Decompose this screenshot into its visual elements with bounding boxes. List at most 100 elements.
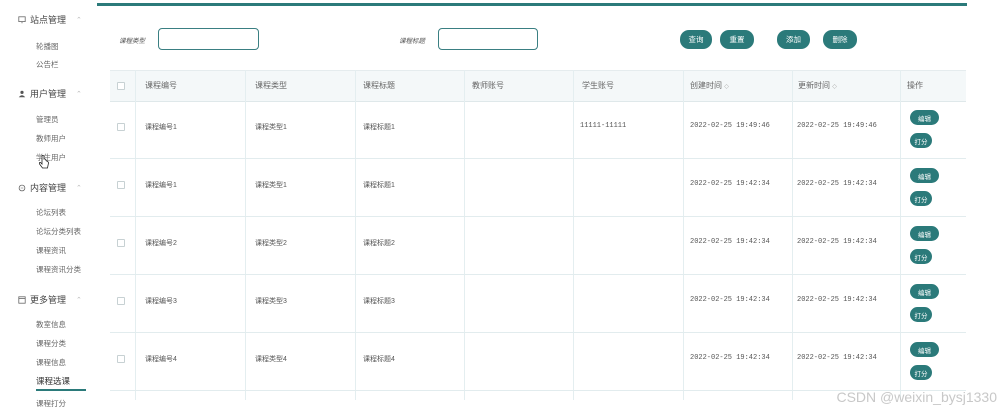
table-header: 课程编号 课程类型 课程标题 教师账号 学生账号 创建时间 ◇ 更新时间 ◇ 操… [110, 70, 966, 102]
row-checkbox[interactable] [117, 355, 125, 363]
reset-button[interactable]: 重置 [720, 30, 754, 49]
edit-button[interactable]: 编辑 [910, 110, 939, 125]
sidebar-group-label: 更多管理 [30, 295, 67, 305]
score-button[interactable]: 打分 [910, 133, 932, 148]
cell-updated-time: 2022-02-25 19:42:34 [797, 296, 877, 304]
cell-course-type: 课程类型1 [255, 182, 287, 189]
sidebar-item-course-selection[interactable]: 课程选课 [36, 375, 86, 391]
th-actions: 操作 [907, 81, 923, 90]
sort-icon: ◇ [724, 84, 729, 90]
row-checkbox[interactable] [117, 239, 125, 247]
hand-cursor-icon [38, 155, 49, 169]
sidebar-item-course-category[interactable]: 课程分类 [36, 338, 66, 349]
watermark: CSDN @weixin_bysj1330 [836, 389, 997, 405]
sidebar-item-admin[interactable]: 管理员 [36, 114, 59, 125]
chevron-up-icon: ⌃ [76, 296, 82, 304]
cell-updated-time: 2022-02-25 19:42:34 [797, 238, 877, 246]
cell-created-time: 2022-02-25 19:42:34 [690, 180, 770, 188]
score-button[interactable]: 打分 [910, 191, 932, 206]
edit-button[interactable]: 编辑 [910, 284, 939, 299]
cell-course-code: 课程编号3 [145, 298, 177, 305]
table-row: 课程编号3 课程类型3 课程标题3 2022-02-25 19:42:34 2022-0… [110, 274, 966, 333]
cell-course-title: 课程标题1 [363, 182, 395, 189]
th-updated-label: 更新时间 [798, 81, 830, 90]
sidebar-group-label: 用户管理 [30, 89, 67, 99]
table-row: 课程编号4 课程类型4 课程标题4 2022-02-25 19:42:34 2022-0… [110, 332, 966, 391]
score-button[interactable]: 打分 [910, 365, 932, 380]
select-all-checkbox[interactable] [117, 82, 125, 90]
cell-course-type: 课程类型1 [255, 124, 287, 131]
sidebar-item-course-info[interactable]: 课程信息 [36, 357, 66, 368]
sidebar-group-site[interactable]: 站点管理 ⌃ [18, 13, 98, 26]
course-type-input[interactable] [158, 28, 259, 50]
monitor-icon [18, 15, 26, 23]
cell-created-time: 2022-02-25 19:42:34 [690, 354, 770, 362]
cell-course-type: 课程类型3 [255, 298, 287, 305]
th-created-time[interactable]: 创建时间 ◇ [690, 80, 729, 91]
sidebar-item-notice[interactable]: 公告栏 [36, 59, 59, 70]
th-course-type: 课程类型 [255, 81, 287, 90]
edit-button[interactable]: 编辑 [910, 168, 939, 183]
filter-bar: 课程类型 课程标题 查询 重置 添加 删除 [97, 6, 967, 66]
add-button[interactable]: 添加 [777, 30, 810, 49]
chevron-up-icon: ⌃ [76, 90, 82, 98]
sidebar-item-news[interactable]: 课程资讯 [36, 245, 66, 256]
cell-course-code: 课程编号4 [145, 356, 177, 363]
course-title-input[interactable] [438, 28, 538, 50]
sidebar-item-teacher[interactable]: 教师用户 [36, 133, 66, 144]
cell-course-title: 课程标题1 [363, 124, 395, 131]
table-row: 课程编号2 课程类型2 课程标题2 2022-02-25 19:42:34 2022-0… [110, 216, 966, 275]
sidebar-group-more[interactable]: 更多管理 ⌃ [18, 293, 98, 306]
window-icon [18, 295, 26, 304]
sidebar: 站点管理 ⌃ 轮播图 公告栏 用户管理 ⌃ 管理员 教师用户 学生用户 内容管理… [0, 0, 90, 409]
sidebar-group-content[interactable]: 内容管理 ⌃ [18, 181, 98, 194]
sidebar-item-forum[interactable]: 论坛列表 [36, 207, 66, 218]
th-teacher-account: 教师账号 [472, 81, 504, 90]
th-created-label: 创建时间 [690, 81, 722, 90]
cell-created-time: 2022-02-25 19:42:34 [690, 238, 770, 246]
cell-updated-time: 2022-02-25 19:42:34 [797, 354, 877, 362]
cell-course-code: 课程编号1 [145, 124, 177, 131]
course-type-label: 课程类型 [119, 38, 145, 45]
sidebar-item-classroom[interactable]: 教室信息 [36, 319, 66, 330]
cell-course-code: 课程编号1 [145, 182, 177, 189]
chat-icon [18, 184, 26, 191]
row-checkbox[interactable] [117, 297, 125, 305]
table-row: 课程编号1 课程类型1 课程标题1 2022-02-25 19:42:34 2022-0… [110, 158, 966, 217]
sidebar-item-carousel[interactable]: 轮播图 [36, 41, 59, 52]
cell-course-title: 课程标题2 [363, 240, 395, 247]
sidebar-item-course-score[interactable]: 课程打分 [36, 398, 66, 409]
th-student-account: 学生账号 [582, 81, 614, 90]
sidebar-group-label: 内容管理 [30, 183, 67, 193]
sidebar-group-label: 站点管理 [30, 15, 67, 25]
sort-icon: ◇ [832, 84, 837, 90]
sidebar-group-user[interactable]: 用户管理 ⌃ [18, 87, 98, 100]
sidebar-item-forum-category[interactable]: 论坛分类列表 [36, 226, 81, 237]
edit-button[interactable]: 编辑 [910, 226, 939, 241]
cell-course-type: 课程类型2 [255, 240, 287, 247]
cell-created-time: 2022-02-25 19:49:46 [690, 122, 770, 130]
chevron-up-icon: ⌃ [76, 16, 82, 24]
sidebar-item-news-category[interactable]: 课程资讯分类 [36, 264, 81, 275]
cell-updated-time: 2022-02-25 19:42:34 [797, 180, 877, 188]
cell-course-type: 课程类型4 [255, 356, 287, 363]
th-course-code: 课程编号 [145, 81, 177, 90]
cell-course-title: 课程标题3 [363, 298, 395, 305]
th-course-title: 课程标题 [363, 81, 395, 90]
search-button[interactable]: 查询 [680, 30, 712, 49]
chevron-up-icon: ⌃ [76, 184, 82, 192]
cell-course-title: 课程标题4 [363, 356, 395, 363]
row-checkbox[interactable] [117, 123, 125, 131]
user-icon [18, 90, 26, 97]
cell-student-account: 11111-11111 [580, 122, 627, 130]
cell-created-time: 2022-02-25 19:42:34 [690, 296, 770, 304]
delete-button[interactable]: 删除 [823, 30, 857, 49]
cell-updated-time: 2022-02-25 19:49:46 [797, 122, 877, 130]
th-updated-time[interactable]: 更新时间 ◇ [798, 80, 837, 91]
edit-button[interactable]: 编辑 [910, 342, 939, 357]
score-button[interactable]: 打分 [910, 249, 932, 264]
score-button[interactable]: 打分 [910, 307, 932, 322]
table-row: 课程编号1 课程类型1 课程标题1 11111-11111 2022-02-25 19:… [110, 100, 966, 159]
row-checkbox[interactable] [117, 181, 125, 189]
cell-course-code: 课程编号2 [145, 240, 177, 247]
